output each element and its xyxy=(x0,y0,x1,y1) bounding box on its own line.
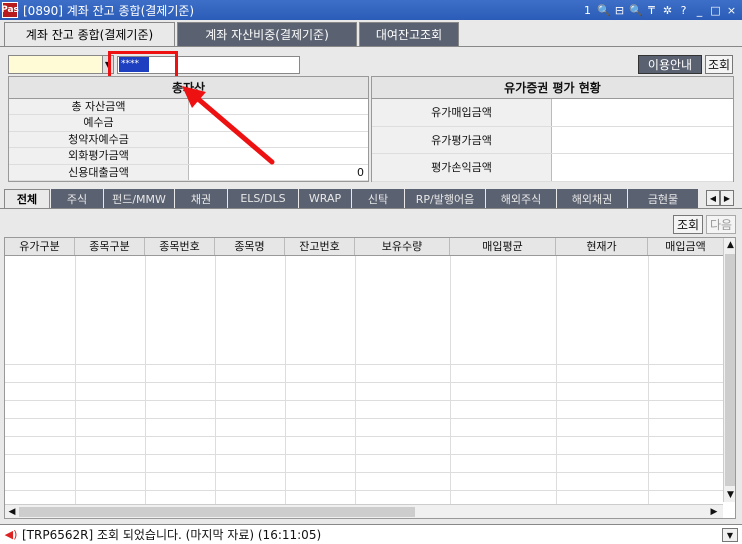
col-divider xyxy=(285,256,286,504)
table-header: 유가구분 종목구분 종목번호 종목명 잔고번호 보유수량 매입평균 현재가 매입… xyxy=(5,238,735,256)
scroll-right-icon[interactable]: ▶ xyxy=(720,190,734,206)
col-header[interactable]: 매입평균 xyxy=(450,238,556,255)
col-header[interactable]: 종목구분 xyxy=(75,238,145,255)
horizontal-scroll-thumb[interactable] xyxy=(19,507,415,517)
help-icon[interactable]: ? xyxy=(677,4,690,17)
category-tabs: 전체 주식 펀드/MMW 채권 ELS/DLS WRAP 신탁 RP/발행어음 … xyxy=(4,189,699,208)
row-divider xyxy=(5,454,723,455)
cat-tab-foreign-bond[interactable]: 해외채권 xyxy=(557,189,627,208)
main-tabs: 계좌 잔고 종합(결제기준) 계좌 자산비중(결제기준) 대여잔고조회 xyxy=(4,22,461,46)
close-icon[interactable]: × xyxy=(725,4,738,17)
col-divider xyxy=(648,256,649,504)
col-divider xyxy=(556,256,557,504)
category-divider xyxy=(0,208,742,209)
status-message: [TRP6562R] 조회 되었습니다. (마지막 자료) (16:11:05) xyxy=(22,528,322,542)
vertical-scrollbar[interactable]: ▲ ▼ xyxy=(723,238,735,502)
title-bar: Pas [0890] 계좌 잔고 종합(결제기준) 1 🔍 ⊟ 🔍 ₸ ✲ ? … xyxy=(0,0,742,20)
col-header[interactable]: 현재가 xyxy=(556,238,648,255)
scroll-up-icon[interactable]: ▲ xyxy=(724,238,735,252)
table-body xyxy=(5,256,723,504)
tab-asset-ratio[interactable]: 계좌 자산비중(결제기준) xyxy=(177,22,357,46)
asset-row: 외화평가금액 xyxy=(9,148,368,165)
scroll-left-icon[interactable]: ◀ xyxy=(706,190,720,206)
scroll-left-icon[interactable]: ◀ xyxy=(5,505,19,518)
screen-number-icon[interactable]: 1 xyxy=(581,4,594,17)
col-divider xyxy=(75,256,76,504)
asset-row: 총 자산금액 xyxy=(9,99,368,116)
col-header[interactable]: 종목번호 xyxy=(145,238,215,255)
col-header[interactable]: 보유수량 xyxy=(355,238,450,255)
tab-account-balance[interactable]: 계좌 잔고 종합(결제기준) xyxy=(4,22,175,46)
cat-tab-rp[interactable]: RP/발행어음 xyxy=(405,189,485,208)
grid-next-button[interactable]: 다음 xyxy=(706,215,736,234)
col-header[interactable]: 종목명 xyxy=(215,238,285,255)
securities-row: 유가평가금액 xyxy=(372,126,733,155)
securities-row: 유가매입금액 xyxy=(372,99,733,127)
col-divider xyxy=(145,256,146,504)
row-divider xyxy=(5,400,723,401)
cat-tab-wrap[interactable]: WRAP xyxy=(299,189,351,208)
holdings-table: 유가구분 종목구분 종목번호 종목명 잔고번호 보유수량 매입평균 현재가 매입… xyxy=(4,237,736,519)
vertical-scroll-thumb[interactable] xyxy=(725,254,735,486)
row-divider xyxy=(5,472,723,473)
cat-tab-els[interactable]: ELS/DLS xyxy=(228,189,298,208)
speaker-icon[interactable]: ◀) xyxy=(4,528,18,542)
query-bar: ▼ **** 이용안내 조회 xyxy=(8,51,733,79)
col-divider xyxy=(355,256,356,504)
tab-lending-balance[interactable]: 대여잔고조회 xyxy=(359,22,459,46)
cat-tab-trust[interactable]: 신탁 xyxy=(352,189,404,208)
cat-tab-stock[interactable]: 주식 xyxy=(51,189,103,208)
account-combo[interactable] xyxy=(8,55,104,74)
row-divider xyxy=(5,418,723,419)
status-bar: ◀) [TRP6562R] 조회 되었습니다. (마지막 자료) (16:11:… xyxy=(0,524,742,544)
search-icon[interactable]: 🔍 xyxy=(629,4,643,17)
tab-scroll: ◀ ▶ xyxy=(706,190,734,206)
col-header[interactable]: 매입금액 xyxy=(648,238,723,255)
window-title: [0890] 계좌 잔고 종합(결제기준) xyxy=(23,3,195,18)
horizontal-scrollbar[interactable]: ◀ ▶ xyxy=(5,504,723,518)
row-divider xyxy=(5,436,723,437)
scroll-right-icon[interactable]: ▶ xyxy=(707,505,721,518)
minimize-panel-icon[interactable]: ⊟ xyxy=(613,4,626,17)
cat-tab-fund[interactable]: 펀드/MMW xyxy=(104,189,174,208)
cat-tab-foreign-stock[interactable]: 해외주식 xyxy=(486,189,556,208)
query-button[interactable]: 조회 xyxy=(705,55,733,74)
maximize-icon[interactable]: □ xyxy=(709,4,722,17)
cat-tab-all[interactable]: 전체 xyxy=(4,189,50,208)
minimize-icon[interactable]: _ xyxy=(693,4,706,17)
col-header[interactable]: 잔고번호 xyxy=(285,238,355,255)
total-assets-panel: 총자산 총 자산금액 예수금 청약자예수금 외화평가금액 신용대출금액 0 xyxy=(8,76,369,182)
col-header[interactable]: 유가구분 xyxy=(5,238,75,255)
col-divider xyxy=(450,256,451,504)
tab-divider xyxy=(0,46,742,47)
cat-tab-bond[interactable]: 채권 xyxy=(175,189,227,208)
total-assets-header: 총자산 xyxy=(9,77,368,99)
row-divider xyxy=(5,490,723,491)
status-dropdown-icon[interactable]: ▼ xyxy=(722,528,738,542)
asset-row: 청약자예수금 xyxy=(9,131,368,149)
securities-panel: 유가증권 평가 현황 유가매입금액 유가평가금액 평가손익금액 xyxy=(371,76,734,182)
securities-row: 평가손익금액 xyxy=(372,154,733,182)
grid-query-button[interactable]: 조회 xyxy=(673,215,703,234)
app-logo: Pas xyxy=(1,2,19,18)
guide-button[interactable]: 이용안내 xyxy=(638,55,702,74)
col-divider xyxy=(215,256,216,504)
securities-header: 유가증권 평가 현황 xyxy=(372,77,733,99)
highlight-box xyxy=(108,51,178,79)
row-divider xyxy=(5,364,723,365)
asset-row: 신용대출금액 0 xyxy=(9,164,368,181)
row-divider xyxy=(5,382,723,383)
scroll-down-icon[interactable]: ▼ xyxy=(724,488,735,502)
zoom-icon[interactable]: 🔍 xyxy=(597,4,611,17)
window-controls: 1 🔍 ⊟ 🔍 ₸ ✲ ? _ □ × xyxy=(581,4,738,17)
pin-icon[interactable]: ₸ xyxy=(645,4,658,17)
asset-row: 예수금 xyxy=(9,115,368,132)
cat-tab-gold[interactable]: 금현물 xyxy=(628,189,698,208)
settings-icon[interactable]: ✲ xyxy=(661,4,674,17)
